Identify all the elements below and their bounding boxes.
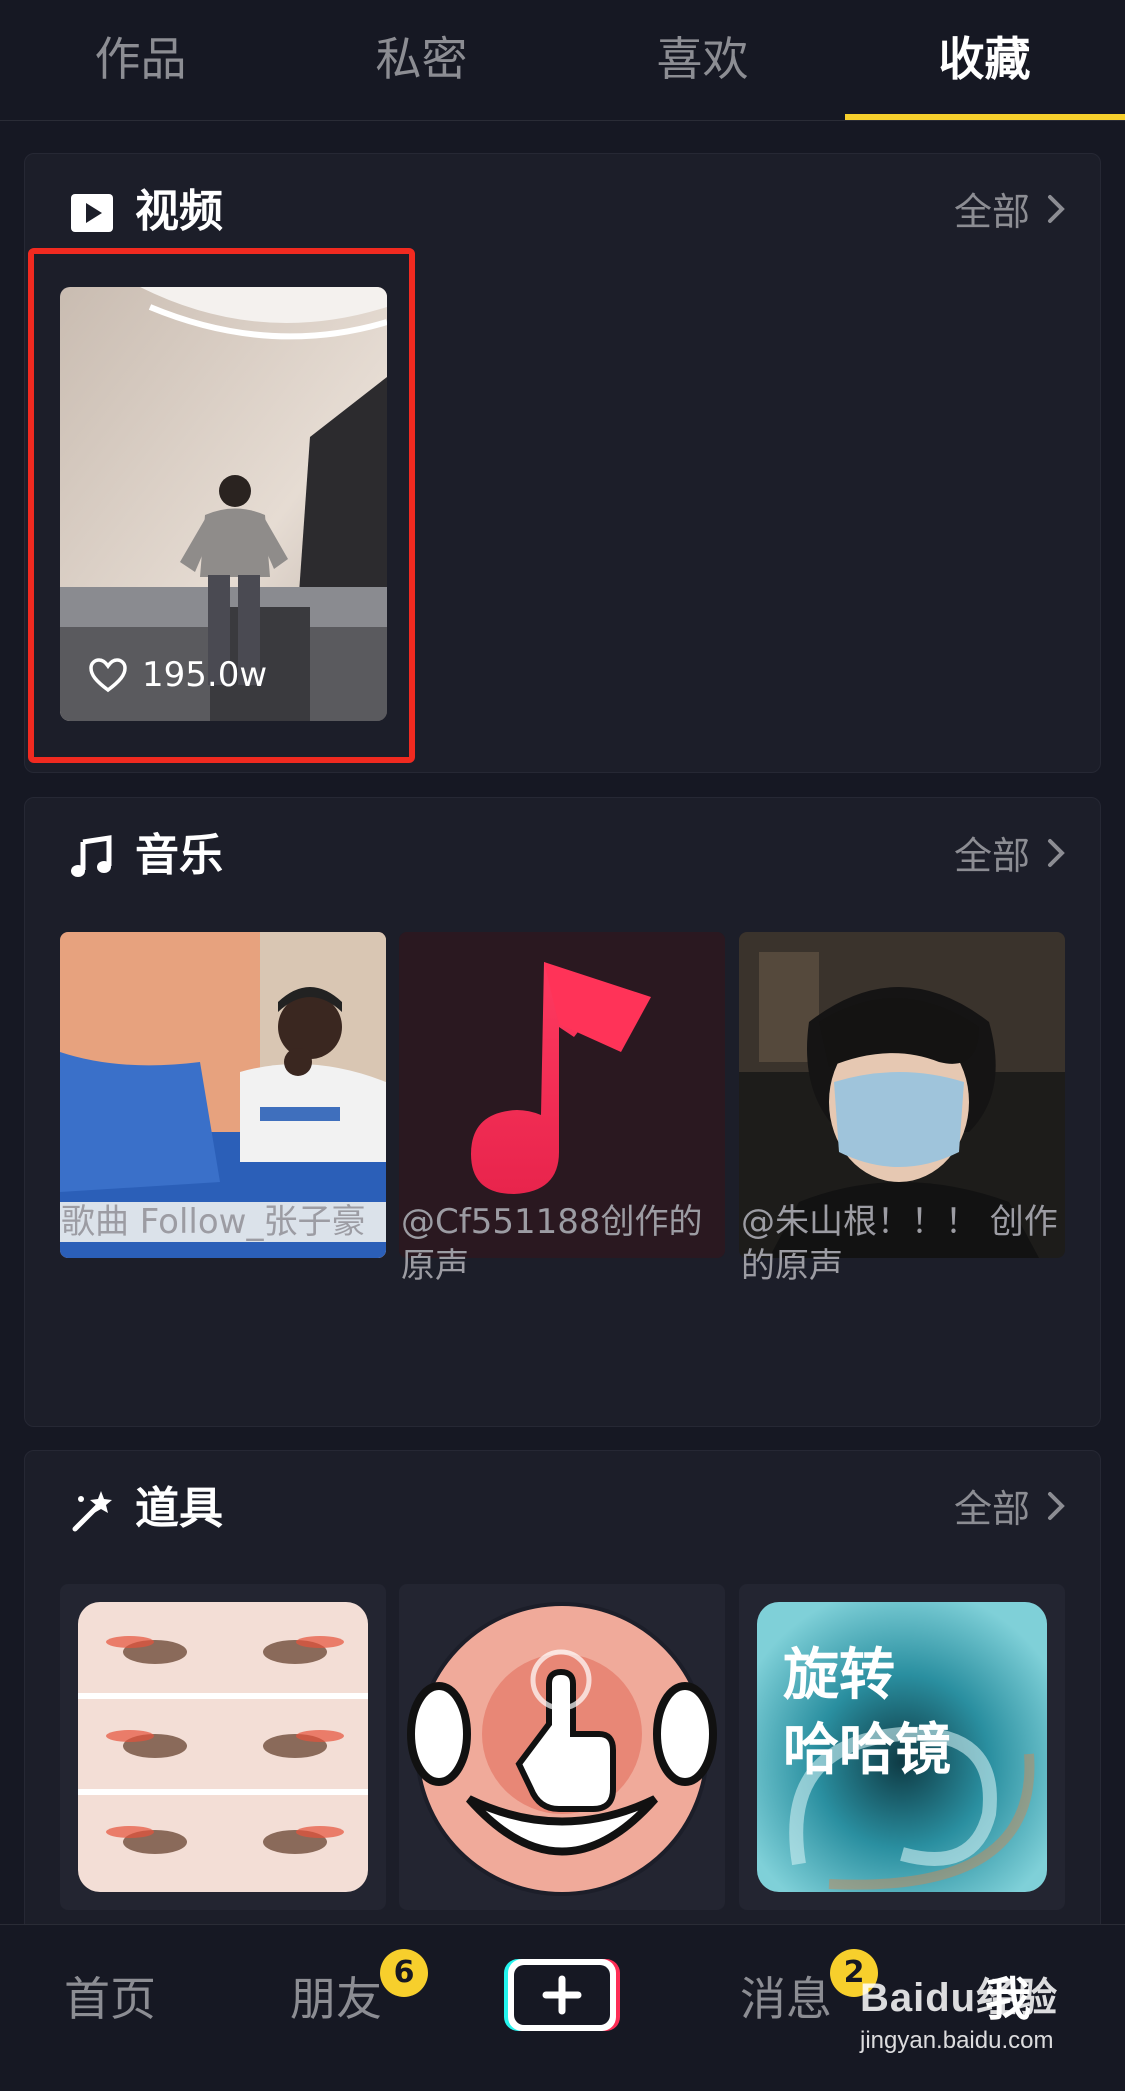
watermark-logo: Baidu经验: [860, 1976, 1059, 2020]
nav-messages[interactable]: 消息: [740, 1969, 832, 2029]
music-item-2-caption[interactable]: @Cf551188创作的原声: [401, 1200, 731, 1288]
view-all-music-link[interactable]: 全部: [954, 828, 1066, 884]
view-all-label: 全部: [953, 190, 1030, 234]
prop-item-funny-face[interactable]: [399, 1584, 725, 1910]
nav-home[interactable]: 首页: [64, 1969, 156, 2029]
section-title: 视频: [135, 186, 223, 237]
tab-works[interactable]: 作品: [0, 0, 281, 120]
view-all-label: 全部: [953, 834, 1030, 878]
prop-item-eye-makeup[interactable]: [60, 1584, 386, 1910]
music-item-3-caption[interactable]: @朱山根！！！ 创作的原声: [741, 1200, 1071, 1288]
watermark-url: jingyan.baidu.com: [860, 2027, 1054, 2054]
chevron-right-icon: [1046, 1481, 1066, 1537]
eye-makeup-effect-thumbnail: [78, 1602, 368, 1892]
magic-wand-icon: [72, 1491, 112, 1532]
chevron-right-icon: [1046, 828, 1066, 884]
nav-friends[interactable]: 朋友: [290, 1969, 382, 2029]
props-section: 道具 全部 旋转 哈哈镜: [24, 1450, 1101, 1952]
music-section: 音乐 全部 歌曲 Follow_张子豪 @Cf551188创作的原声 @朱山根！…: [24, 797, 1101, 1427]
music-note-icon: [71, 835, 112, 877]
prop-item-swirl-mirror[interactable]: 旋转 哈哈镜: [739, 1584, 1065, 1910]
view-all-label: 全部: [953, 1487, 1030, 1531]
video-play-icon: [71, 194, 113, 232]
tab-favorites[interactable]: 收藏: [844, 0, 1125, 120]
music-item-1-caption[interactable]: 歌曲 Follow_张子豪: [61, 1200, 391, 1244]
props-section-header: 道具 全部: [25, 1451, 1100, 1581]
chevron-right-icon: [1046, 184, 1066, 240]
music-section-header: 音乐 全部: [25, 798, 1100, 928]
tab-likes[interactable]: 喜欢: [562, 0, 843, 120]
baidu-jingyan-watermark: Baidu经验 jingyan.baidu.com: [860, 1965, 1058, 2055]
swirl-mirror-effect-thumbnail: 旋转 哈哈镜: [757, 1602, 1047, 1892]
create-post-button[interactable]: [502, 1955, 622, 2035]
swirl-effect-label-line2: 哈哈镜: [783, 1718, 951, 1783]
friends-notification-badge: 6: [380, 1949, 428, 1997]
tab-bar: 作品 私密 喜欢 收藏: [0, 0, 1125, 121]
swirl-effect-label-line1: 旋转: [783, 1643, 895, 1708]
view-all-videos-link[interactable]: 全部: [954, 184, 1066, 240]
section-title: 音乐: [135, 830, 223, 881]
view-all-props-link[interactable]: 全部: [954, 1481, 1066, 1537]
selection-highlight-box: [28, 248, 415, 763]
funny-face-effect-thumbnail: [407, 1602, 717, 1896]
tab-private[interactable]: 私密: [281, 0, 562, 120]
active-tab-indicator: [845, 114, 1125, 120]
section-title: 道具: [135, 1483, 223, 1534]
